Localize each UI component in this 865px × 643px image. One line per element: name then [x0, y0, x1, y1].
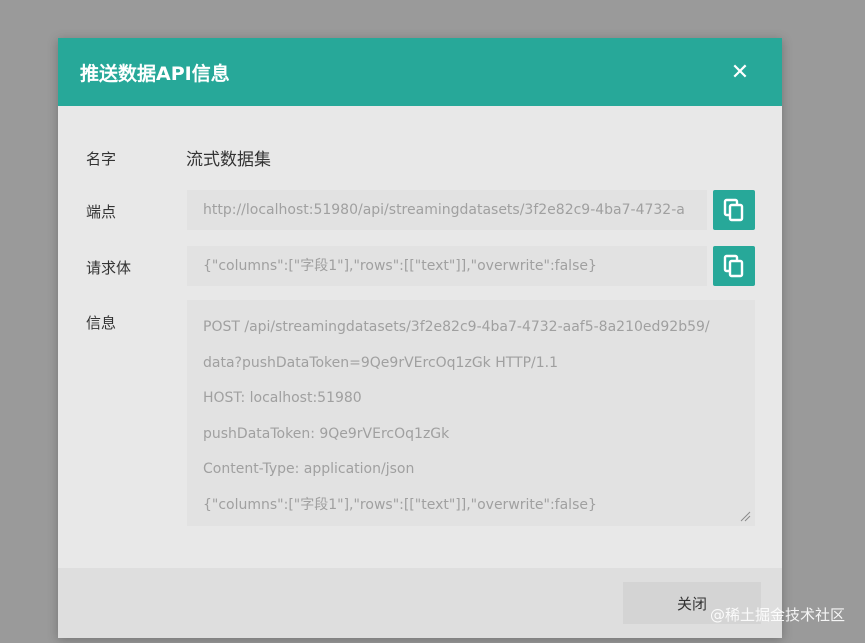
copy-request-body-button[interactable]	[713, 246, 755, 286]
info-line: POST /api/streamingdatasets/3f2e82c9-4ba…	[203, 319, 710, 335]
info-line: {"columns":["字段1"],"rows":[["text"]],"ov…	[203, 496, 597, 513]
push-data-api-dialog: 推送数据API信息 ✕ 名字 流式数据集 端点 http://localhost…	[58, 38, 782, 638]
endpoint-field[interactable]: http://localhost:51980/api/streamingdata…	[187, 190, 707, 230]
info-line: HOST: localhost:51980	[203, 390, 362, 406]
dialog-title: 推送数据API信息	[80, 62, 230, 85]
dialog-header: 推送数据API信息 ✕	[58, 38, 782, 106]
request-body-field[interactable]: {"columns":["字段1"],"rows":[["text"]],"ov…	[187, 246, 707, 286]
copy-icon	[723, 198, 744, 222]
request-body-label: 请求体	[86, 259, 132, 277]
name-label: 名字	[86, 150, 117, 168]
name-value: 流式数据集	[186, 150, 271, 170]
endpoint-label: 端点	[86, 203, 117, 221]
info-line: data?pushDataToken=9Qe9rVErcOq1zGk HTTP/…	[203, 354, 559, 371]
close-icon[interactable]: ✕	[728, 60, 752, 85]
resize-grip-icon[interactable]	[739, 510, 751, 522]
info-line: pushDataToken: 9Qe9rVErcOq1zGk	[203, 425, 450, 442]
copy-endpoint-button[interactable]	[713, 190, 755, 230]
info-line: Content-Type: application/json	[203, 461, 415, 477]
watermark: @稀土掘金技术社区	[709, 606, 845, 624]
info-textarea[interactable]: POST /api/streamingdatasets/3f2e82c9-4ba…	[187, 300, 755, 526]
info-label: 信息	[86, 314, 117, 332]
copy-icon	[723, 254, 744, 278]
dialog-footer: 关闭	[58, 568, 782, 638]
